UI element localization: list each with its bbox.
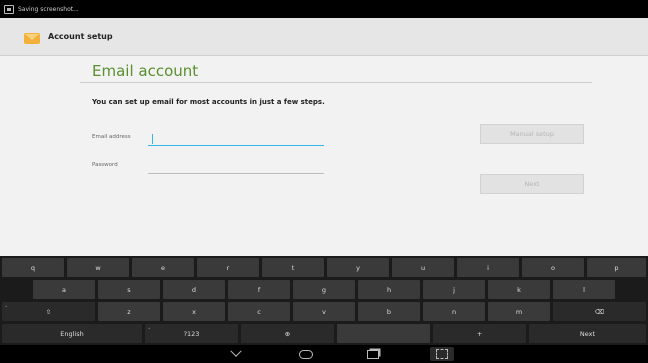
- email-label: Email address: [92, 134, 131, 140]
- key-j[interactable]: j: [423, 280, 485, 299]
- password-field[interactable]: [148, 160, 324, 174]
- status-bar: Saving screenshot...: [0, 0, 648, 18]
- key-p[interactable]: p: [587, 258, 646, 277]
- key-l[interactable]: l: [553, 280, 615, 299]
- symbols-label: ?123: [183, 329, 200, 338]
- key-u[interactable]: u: [392, 258, 454, 277]
- key-hint: •: [5, 304, 8, 309]
- shift-icon: ⇧: [45, 307, 52, 316]
- soft-keyboard: q w e r t y u i o p a s d f g h j k l • …: [0, 256, 648, 345]
- page-title: Email account: [92, 62, 199, 80]
- key-k[interactable]: k: [488, 280, 550, 299]
- screenshot-notification-icon: [4, 4, 14, 14]
- key-g[interactable]: g: [293, 280, 355, 299]
- key-i[interactable]: i: [457, 258, 519, 277]
- text-cursor: [152, 134, 153, 144]
- delete-key[interactable]: ⌫: [553, 302, 646, 321]
- account-setup-form: Email account You can set up email for m…: [0, 56, 648, 256]
- next-button[interactable]: Next: [480, 174, 584, 194]
- manual-setup-button[interactable]: Manual setup: [480, 124, 584, 144]
- action-bar: Account setup: [0, 18, 648, 56]
- key-s[interactable]: s: [98, 280, 160, 299]
- key-a[interactable]: a: [33, 280, 95, 299]
- key-v[interactable]: v: [293, 302, 355, 321]
- recent-apps-icon[interactable]: [365, 348, 381, 360]
- email-field[interactable]: [148, 132, 324, 146]
- system-nav-bar: [0, 345, 648, 363]
- key-x[interactable]: x: [163, 302, 225, 321]
- intro-text: You can set up email for most accounts i…: [92, 98, 325, 106]
- key-w[interactable]: w: [67, 258, 129, 277]
- key-t[interactable]: t: [262, 258, 324, 277]
- shift-key[interactable]: • ⇧: [2, 302, 95, 321]
- key-q[interactable]: q: [2, 258, 64, 277]
- plus-key[interactable]: +: [433, 324, 526, 343]
- email-app-icon[interactable]: [22, 27, 42, 47]
- key-n[interactable]: n: [423, 302, 485, 321]
- key-c[interactable]: c: [228, 302, 290, 321]
- back-icon[interactable]: [228, 348, 244, 360]
- language-key[interactable]: English: [2, 324, 142, 343]
- screenshot-icon[interactable]: [430, 347, 454, 361]
- key-m[interactable]: m: [488, 302, 550, 321]
- symbols-key[interactable]: • ?123: [145, 324, 238, 343]
- key-h[interactable]: h: [358, 280, 420, 299]
- action-bar-title: Account setup: [48, 32, 113, 41]
- key-y[interactable]: y: [327, 258, 389, 277]
- space-key[interactable]: [337, 324, 430, 343]
- globe-key[interactable]: ⊕: [241, 324, 334, 343]
- key-z[interactable]: z: [98, 302, 160, 321]
- key-hint: •: [148, 326, 151, 331]
- key-f[interactable]: f: [228, 280, 290, 299]
- home-icon[interactable]: [298, 348, 314, 360]
- password-label: Password: [92, 162, 118, 168]
- title-divider: [80, 82, 592, 83]
- key-d[interactable]: d: [163, 280, 225, 299]
- status-text: Saving screenshot...: [18, 5, 79, 13]
- key-e[interactable]: e: [132, 258, 194, 277]
- backspace-icon: ⌫: [594, 307, 605, 316]
- key-r[interactable]: r: [197, 258, 259, 277]
- globe-icon: ⊕: [284, 329, 291, 338]
- key-b[interactable]: b: [358, 302, 420, 321]
- key-o[interactable]: o: [522, 258, 584, 277]
- next-key[interactable]: Next: [529, 324, 646, 343]
